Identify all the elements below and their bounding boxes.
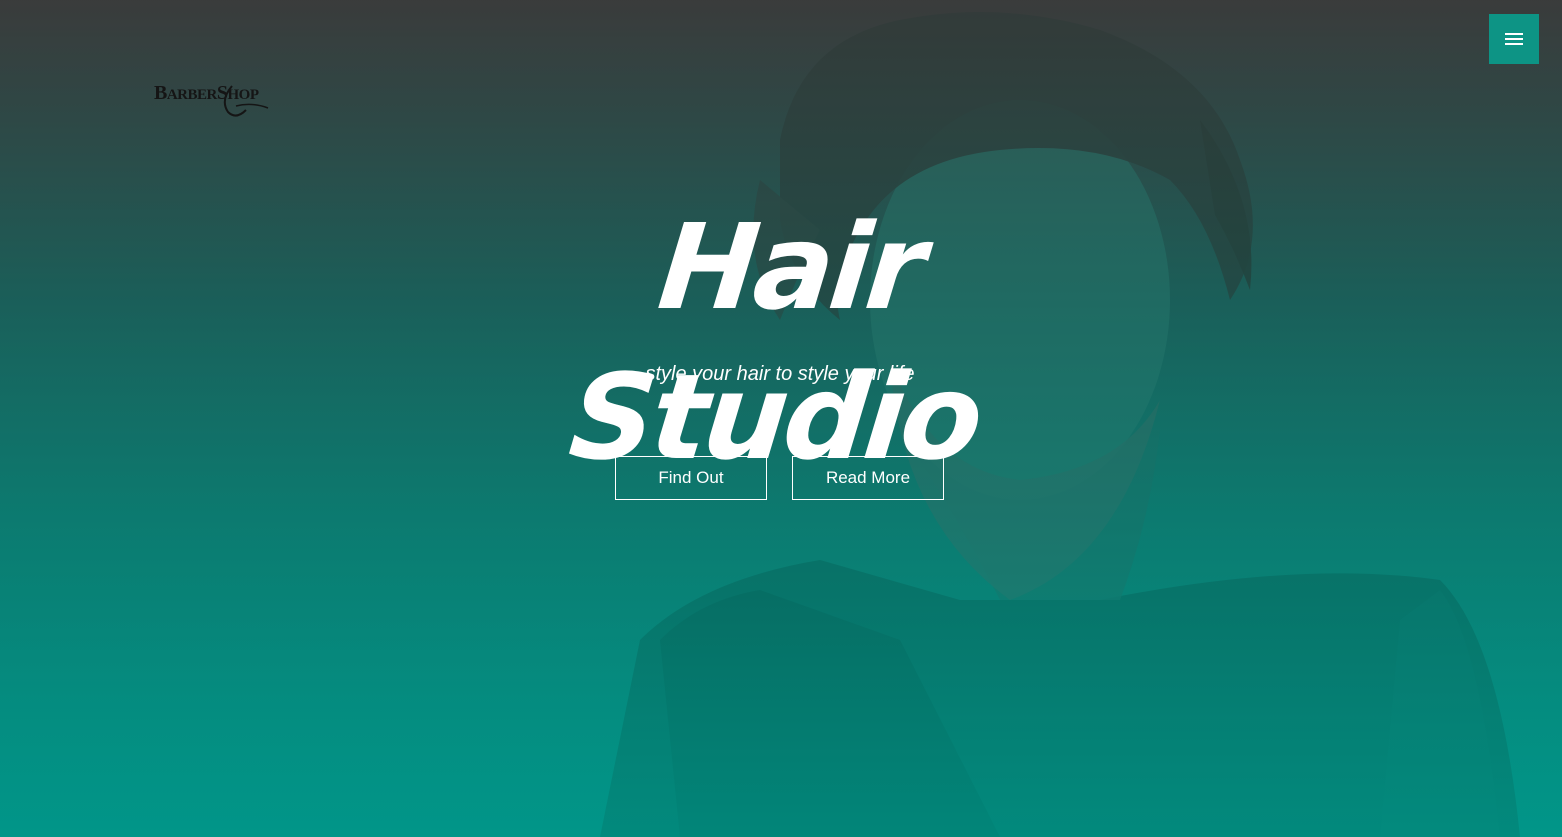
find-out-button[interactable]: Find Out <box>615 456 767 500</box>
barbershop-logo[interactable]: BARBERSHOP <box>152 76 286 120</box>
hero-title: Hair Studio <box>563 198 986 486</box>
scissors-swash-icon <box>223 85 269 117</box>
hero-subtitle: style your hair to style your life <box>645 363 915 385</box>
hamburger-icon-line <box>1505 43 1523 45</box>
hamburger-icon-line <box>1505 38 1523 40</box>
hamburger-menu-button[interactable] <box>1489 14 1539 64</box>
read-more-button[interactable]: Read More <box>792 456 944 500</box>
hamburger-icon-line <box>1505 33 1523 35</box>
